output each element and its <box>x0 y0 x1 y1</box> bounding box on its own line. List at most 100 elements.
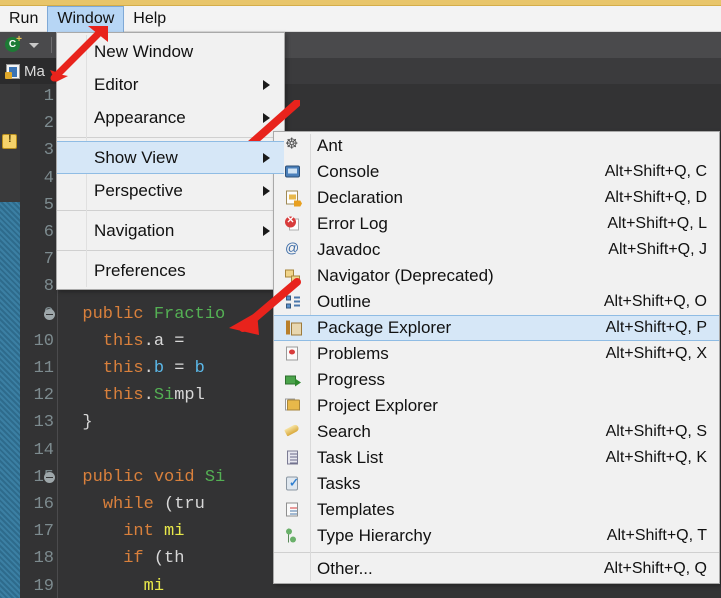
menu-item-label: Editor <box>94 74 139 94</box>
menubar-item-window[interactable]: Window <box>47 5 125 32</box>
line-number: 8 <box>43 277 54 297</box>
search-icon <box>284 423 301 441</box>
editor-tab[interactable]: Ma <box>0 58 58 84</box>
show-view-submenu: Ant Console Alt+Shift+Q, C Declaration Alt+S… <box>273 131 720 584</box>
menu-item-label: Javadoc <box>317 240 381 259</box>
ant-icon <box>284 138 301 155</box>
window-menu: New Window Editor Appearance Show View Persp… <box>56 32 285 290</box>
line-number: 18 <box>33 549 54 569</box>
code-line: this.a = <box>102 331 195 351</box>
code-line: this.Simpl <box>102 386 205 406</box>
show-view-item-progress[interactable]: Progress <box>274 367 719 393</box>
menubar-item-help-label: Help <box>133 9 167 27</box>
chevron-down-icon[interactable] <box>26 37 42 53</box>
menu-item-accelerator: Alt+Shift+Q, J <box>608 241 707 258</box>
show-view-item-ant[interactable]: Ant <box>274 133 719 159</box>
menubar-item-run-label: Run <box>9 9 39 27</box>
menu-item-accelerator: Alt+Shift+Q, X <box>605 345 707 362</box>
progress-icon <box>284 372 301 389</box>
code-line: this.b = b <box>102 359 205 378</box>
menu-separator <box>274 552 719 553</box>
show-view-item-search[interactable]: Search Alt+Shift+Q, S <box>274 419 719 445</box>
window-menu-item-new-window[interactable]: New Window <box>57 35 284 68</box>
type-hierarchy-icon <box>284 528 301 545</box>
menu-item-label: Navigation <box>94 220 175 240</box>
menu-item-accelerator: Alt+Shift+Q, D <box>604 189 707 206</box>
code-line: mi <box>143 576 165 596</box>
show-view-item-type-hierarchy[interactable]: Type Hierarchy Alt+Shift+Q, T <box>274 523 719 549</box>
console-icon <box>284 164 301 181</box>
templates-icon <box>284 502 301 519</box>
coverage-icon[interactable]: C <box>5 34 22 53</box>
show-view-item-other[interactable]: Other... Alt+Shift+Q, Q <box>274 556 719 582</box>
show-view-item-javadoc[interactable]: Javadoc Alt+Shift+Q, J <box>274 237 719 263</box>
submenu-arrow-icon <box>263 112 270 123</box>
line-number: 17 <box>33 522 54 542</box>
toolbar-separator-1 <box>51 37 52 53</box>
show-view-item-error-log[interactable]: Error Log Alt+Shift+Q, L <box>274 211 719 237</box>
show-view-item-console[interactable]: Console Alt+Shift+Q, C <box>274 159 719 185</box>
menu-item-label: Outline <box>317 292 371 311</box>
eclipse-window: Run Window Help C ■ ➞ Ma <box>0 0 721 598</box>
menu-separator <box>57 210 284 211</box>
line-number: 16 <box>33 495 54 514</box>
menu-bar: Run Window Help <box>0 5 721 32</box>
menu-item-accelerator: Alt+Shift+Q, K <box>605 449 707 466</box>
code-line: } <box>62 413 93 433</box>
fold-marker-icon[interactable] <box>44 471 55 483</box>
menu-item-accelerator: Alt+Shift+Q, O <box>603 293 707 310</box>
menu-item-accelerator: Alt+Shift+Q, P <box>605 319 707 336</box>
window-menu-item-preferences[interactable]: Preferences <box>57 254 284 287</box>
java-file-icon <box>5 63 20 79</box>
menu-item-label: Appearance <box>94 107 186 127</box>
line-number: 11 <box>33 359 54 378</box>
menu-item-accelerator: Alt+Shift+Q, T <box>606 527 707 544</box>
menu-item-label: Package Explorer <box>317 318 452 337</box>
menu-item-label: Other... <box>317 559 373 578</box>
show-view-item-tasks[interactable]: Tasks <box>274 471 719 497</box>
window-menu-item-perspective[interactable]: Perspective <box>57 174 284 207</box>
show-view-item-declaration[interactable]: Declaration Alt+Shift+Q, D <box>274 185 719 211</box>
code-line: int mi <box>123 522 185 542</box>
code-line: if (th <box>123 549 185 569</box>
menu-item-label: New Window <box>94 41 194 61</box>
fold-marker-icon[interactable] <box>44 308 55 320</box>
menu-item-label: Progress <box>317 370 386 389</box>
package-explorer-icon <box>284 320 302 337</box>
submenu-arrow-icon <box>263 185 270 196</box>
outline-icon <box>284 294 301 311</box>
submenu-arrow-icon <box>263 152 270 163</box>
menubar-item-help[interactable]: Help <box>124 6 175 32</box>
show-view-item-task-list[interactable]: Task List Alt+Shift+Q, K <box>274 445 719 471</box>
menu-item-accelerator: Alt+Shift+Q, Q <box>603 560 707 577</box>
menubar-item-run[interactable]: Run <box>0 6 47 32</box>
line-number: 19 <box>33 576 54 596</box>
line-number: 4 <box>43 168 54 188</box>
window-menu-item-navigation[interactable]: Navigation <box>57 214 284 247</box>
tasks-icon <box>284 476 301 493</box>
menu-item-label: Preferences <box>94 260 186 280</box>
show-view-item-package-explorer[interactable]: Package Explorer Alt+Shift+Q, P <box>274 315 719 341</box>
window-menu-item-show-view[interactable]: Show View <box>57 141 284 174</box>
submenu-arrow-icon <box>263 79 270 90</box>
code-line: public Fractio <box>82 304 226 324</box>
show-view-item-problems[interactable]: Problems Alt+Shift+Q, X <box>274 341 719 367</box>
code-line: public void Si <box>82 467 226 487</box>
show-view-item-project-explorer[interactable]: Project Explorer <box>274 393 719 419</box>
navigator-icon <box>284 268 301 285</box>
menu-item-label: Problems <box>317 344 389 363</box>
menu-separator <box>57 137 284 138</box>
window-menu-item-editor[interactable]: Editor <box>57 68 284 101</box>
code-line: while (tru <box>102 495 205 514</box>
menu-item-label: Navigator (Deprecated) <box>317 266 494 285</box>
menu-item-label: Ant <box>317 136 343 155</box>
line-number: 7 <box>43 250 54 270</box>
show-view-item-templates[interactable]: Templates <box>274 497 719 523</box>
show-view-item-navigator-deprecated[interactable]: Navigator (Deprecated) <box>274 263 719 289</box>
window-menu-item-appearance[interactable]: Appearance <box>57 101 284 134</box>
show-view-item-outline[interactable]: Outline Alt+Shift+Q, O <box>274 289 719 315</box>
line-number: 2 <box>43 114 54 134</box>
editor-tab-label: Ma <box>24 62 45 80</box>
menu-item-label: Declaration <box>317 188 403 207</box>
line-number: 6 <box>43 223 54 242</box>
